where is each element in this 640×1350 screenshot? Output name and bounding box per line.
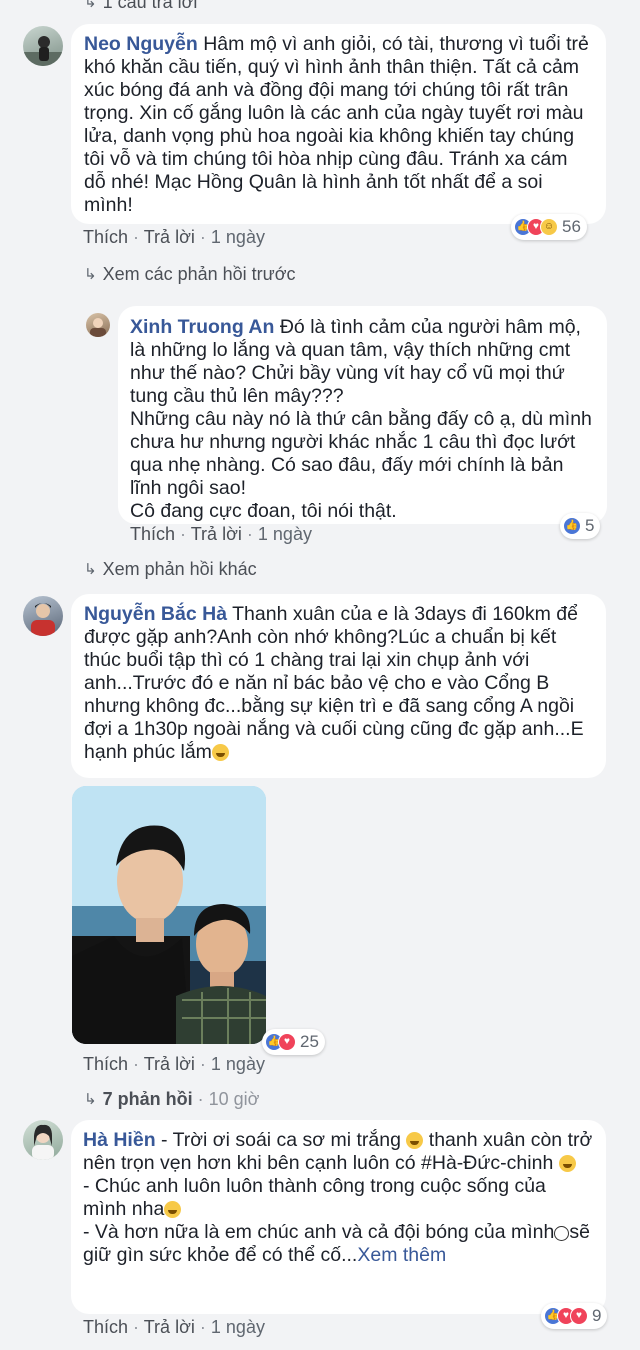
comment-actions: Thích · Trả lời · 1 ngày bbox=[83, 1317, 265, 1337]
avatar[interactable] bbox=[86, 313, 110, 337]
see-more-link[interactable]: Xem thêm bbox=[357, 1244, 446, 1266]
reply-link[interactable]: Trả lời bbox=[144, 1054, 195, 1074]
comment-bubble: Hà Hiền - Trời ơi soái ca sơ mi trắng th… bbox=[71, 1120, 606, 1314]
comment-timestamp[interactable]: 1 ngày bbox=[211, 1317, 265, 1337]
smile-emoji-icon bbox=[406, 1132, 424, 1149]
like-link[interactable]: Thích bbox=[130, 524, 175, 544]
reaction-summary[interactable]: 👍 5 bbox=[560, 513, 601, 539]
comment-text: Cô đang cực đoan, tôi nói thật. bbox=[130, 500, 397, 522]
reaction-summary[interactable]: 👍 ♥ ♥ 9 bbox=[541, 1303, 608, 1329]
reply-link[interactable]: Trả lời bbox=[191, 524, 242, 544]
comment-author[interactable]: Xinh Truong An bbox=[130, 316, 274, 338]
other-replies-link[interactable]: ↳ Xem phản hồi khác bbox=[84, 559, 257, 580]
comment-text: Hâm mộ vì anh giỏi, có tài, thương vì tu… bbox=[84, 33, 589, 216]
user-photo-icon bbox=[90, 318, 106, 337]
comment-author[interactable]: Hà Hiền bbox=[83, 1129, 156, 1151]
comment-actions: Thích · Trả lời · 1 ngày bbox=[83, 1054, 265, 1074]
like-link[interactable]: Thích bbox=[83, 1317, 128, 1337]
love-reaction-icon: ♥ bbox=[570, 1307, 588, 1325]
comment-text: - Chúc anh luôn luôn thành công trong cu… bbox=[83, 1175, 546, 1220]
comment-bubble: Neo Nguyễn Hâm mộ vì anh giỏi, có tài, t… bbox=[71, 24, 606, 224]
comment-photo[interactable] bbox=[72, 786, 266, 1044]
comment-timestamp[interactable]: 1 ngày bbox=[211, 227, 265, 247]
comment-author[interactable]: Nguyễn Bắc Hà bbox=[84, 603, 227, 625]
avatar[interactable] bbox=[23, 26, 63, 66]
replies-count-link[interactable]: ↳ 7 phản hồi · 10 giờ bbox=[84, 1089, 259, 1110]
replies-link-top[interactable]: ↳ 1 câu trả lời bbox=[84, 0, 197, 13]
user-photo-icon bbox=[32, 1124, 54, 1160]
smile-emoji-icon bbox=[558, 1155, 576, 1172]
like-reaction-icon: 👍 bbox=[563, 517, 581, 535]
user-photo-icon bbox=[23, 36, 63, 66]
like-link[interactable]: Thích bbox=[83, 227, 128, 247]
avatar[interactable] bbox=[23, 596, 63, 636]
comment-text: Những câu này nó là thứ cân bằng đấy cô … bbox=[130, 408, 592, 499]
reaction-summary[interactable]: 👍 ♥ ☺ 56 bbox=[511, 214, 587, 240]
haha-reaction-icon: ☺ bbox=[540, 218, 558, 236]
reaction-count: 9 bbox=[592, 1306, 602, 1325]
replies-timestamp: 10 giờ bbox=[208, 1089, 260, 1109]
comment-actions: Thích · Trả lời · 1 ngày bbox=[83, 227, 265, 247]
like-link[interactable]: Thích bbox=[83, 1054, 128, 1074]
reaction-count: 56 bbox=[562, 217, 581, 236]
user-photo-icon bbox=[31, 603, 55, 636]
comment-bubble: Xinh Truong An Đó là tình cảm của người … bbox=[118, 306, 607, 524]
comment-bubble: Nguyễn Bắc Hà Thanh xuân của e là 3days … bbox=[71, 594, 606, 778]
comment-timestamp[interactable]: 1 ngày bbox=[211, 1054, 265, 1074]
previous-replies-link[interactable]: ↳ Xem các phản hồi trước bbox=[84, 264, 296, 285]
selfie-photo-icon bbox=[72, 786, 266, 1044]
comment-text: - Và hơn nữa là em chúc anh và cả đội bó… bbox=[83, 1221, 555, 1243]
reply-arrow-icon: ↳ bbox=[84, 266, 97, 283]
smile-emoji-icon bbox=[211, 744, 229, 761]
reaction-count: 25 bbox=[300, 1032, 319, 1051]
comment-text: - Trời ơi soái ca sơ mi trắng bbox=[161, 1129, 401, 1151]
smile-emoji-icon bbox=[164, 1201, 182, 1218]
love-reaction-icon: ♥ bbox=[278, 1033, 296, 1051]
comment-timestamp[interactable]: 1 ngày bbox=[258, 524, 312, 544]
comment-actions: Thích · Trả lời · 1 ngày bbox=[130, 524, 312, 544]
reaction-summary[interactable]: 👍 ♥ 25 bbox=[262, 1029, 325, 1055]
reaction-count: 5 bbox=[585, 516, 595, 535]
reply-arrow-icon: ↳ bbox=[84, 0, 97, 11]
reply-arrow-icon: ↳ bbox=[84, 561, 97, 578]
reply-link[interactable]: Trả lời bbox=[144, 227, 195, 247]
reply-link[interactable]: Trả lời bbox=[144, 1317, 195, 1337]
avatar[interactable] bbox=[23, 1120, 63, 1160]
soccer-ball-icon bbox=[554, 1226, 570, 1241]
reply-arrow-icon: ↳ bbox=[84, 1091, 97, 1108]
comment-author[interactable]: Neo Nguyễn bbox=[84, 33, 198, 55]
comment-text: Thanh xuân của e là 3days đi 160km để đư… bbox=[84, 603, 584, 763]
